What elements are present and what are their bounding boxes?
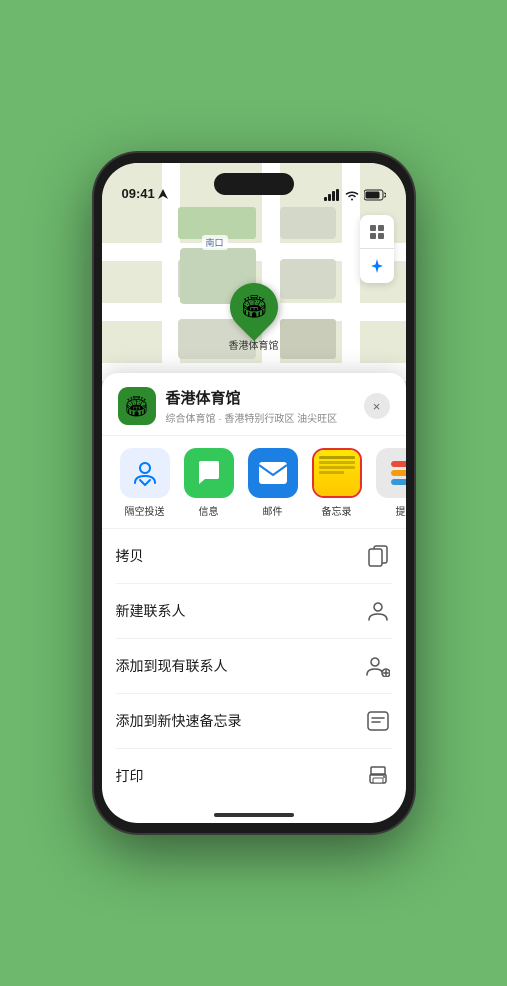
print-icon-svg — [367, 766, 389, 786]
action-add-contact[interactable]: 添加到现有联系人 — [116, 639, 392, 694]
more-dots — [391, 461, 406, 485]
more-dot2 — [391, 470, 406, 476]
status-time: 09:41 — [122, 186, 168, 201]
person-add-icon-svg — [366, 655, 390, 677]
location-pin: 🏟 香港体育馆 — [229, 283, 279, 352]
note-line3 — [319, 466, 355, 469]
venue-name: 香港体育馆 — [166, 387, 364, 408]
add-contact-icon — [364, 652, 392, 680]
messages-label: 信息 — [199, 503, 219, 518]
airdrop-label: 隔空投送 — [125, 503, 165, 518]
stadium-icon: 🏟 — [240, 294, 268, 320]
dynamic-island — [214, 173, 294, 195]
mail-icon — [258, 461, 288, 485]
quick-note-label: 添加到新快速备忘录 — [116, 711, 242, 731]
share-airdrop[interactable]: 隔空投送 — [116, 448, 174, 518]
venue-info: 香港体育馆 综合体育馆 · 香港特别行政区 油尖旺区 — [166, 387, 364, 425]
share-mail[interactable]: 邮件 — [244, 448, 302, 518]
messages-icon — [195, 459, 223, 487]
mail-label: 邮件 — [263, 503, 283, 518]
map-location-button[interactable] — [360, 249, 394, 283]
close-button[interactable]: × — [364, 393, 390, 419]
notes-icon-inner — [314, 450, 360, 496]
map-buttons-panel — [360, 215, 394, 283]
more-icon-container — [376, 448, 406, 498]
airdrop-icon-container — [120, 448, 170, 498]
person-icon-svg — [367, 600, 389, 622]
more-dot3 — [391, 479, 406, 485]
action-copy[interactable]: 拷贝 — [116, 529, 392, 584]
map-building1 — [280, 319, 336, 359]
new-contact-icon — [364, 597, 392, 625]
note-icon-svg — [367, 711, 389, 731]
copy-icon-svg — [368, 545, 388, 567]
pin-circle: 🏟 — [220, 273, 288, 341]
home-indicator — [214, 813, 294, 817]
share-messages[interactable]: 信息 — [180, 448, 238, 518]
mail-icon-container — [248, 448, 298, 498]
location-arrow-icon — [158, 189, 168, 199]
more-label: 提 — [396, 503, 406, 518]
more-dot1 — [391, 461, 406, 467]
action-quick-note[interactable]: 添加到新快速备忘录 — [116, 694, 392, 749]
phone-frame: 09:41 — [94, 153, 414, 833]
copy-label: 拷贝 — [116, 546, 144, 566]
phone-screen: 09:41 — [102, 163, 406, 823]
new-contact-label: 新建联系人 — [116, 601, 186, 621]
share-notes[interactable]: 备忘录 — [308, 448, 366, 518]
bottom-sheet: 🏟 香港体育馆 综合体育馆 · 香港特别行政区 油尖旺区 × — [102, 373, 406, 823]
map-layer-button[interactable] — [360, 215, 394, 249]
compass-icon — [369, 258, 385, 274]
venue-icon: 🏟 — [118, 387, 156, 425]
print-icon — [364, 762, 392, 790]
map-block4 — [280, 207, 336, 239]
venue-subtitle: 综合体育馆 · 香港特别行政区 油尖旺区 — [166, 410, 364, 425]
copy-icon — [364, 542, 392, 570]
map-layer-icon — [368, 223, 386, 241]
signal-icon — [324, 189, 340, 201]
action-list: 拷贝 新建联系人 — [102, 529, 406, 803]
action-new-contact[interactable]: 新建联系人 — [116, 584, 392, 639]
action-print[interactable]: 打印 — [116, 749, 392, 803]
print-label: 打印 — [116, 766, 144, 786]
wifi-icon — [345, 190, 359, 201]
note-line4 — [319, 471, 344, 474]
note-line1 — [319, 456, 355, 459]
map-block2 — [280, 259, 336, 299]
map-south-entrance-label: 南口 — [202, 235, 228, 250]
battery-icon — [364, 189, 386, 201]
share-more[interactable]: 提 — [372, 448, 406, 518]
time-display: 09:41 — [122, 186, 155, 201]
airdrop-icon — [130, 458, 160, 488]
notes-label: 备忘录 — [322, 503, 352, 518]
notes-icon-container — [312, 448, 362, 498]
quick-note-icon — [364, 707, 392, 735]
sheet-header: 🏟 香港体育馆 综合体育馆 · 香港特别行政区 油尖旺区 × — [102, 373, 406, 436]
add-contact-label: 添加到现有联系人 — [116, 656, 228, 676]
status-icons — [324, 189, 386, 201]
note-line2 — [319, 461, 355, 464]
share-apps-row: 隔空投送 信息 — [102, 436, 406, 529]
messages-icon-container — [184, 448, 234, 498]
